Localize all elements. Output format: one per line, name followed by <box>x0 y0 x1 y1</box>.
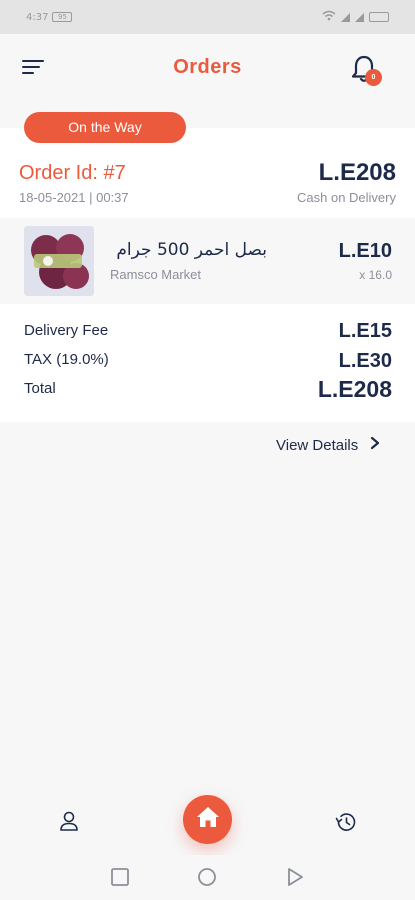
order-card[interactable]: Order Id: #7 18-05-2021 | 00:37 L.E208 C… <box>0 128 415 422</box>
profile-icon[interactable] <box>58 810 80 832</box>
total-label: Total <box>24 380 56 397</box>
system-home-icon[interactable] <box>197 867 217 887</box>
order-status-badge[interactable]: On the Way <box>24 112 186 143</box>
order-item: بصل احمر 500 جرام Ramsco Market L.E10 x … <box>0 218 415 304</box>
status-bar-left: 4:37 95 <box>26 11 73 23</box>
status-bar: 4:37 95 <box>0 0 415 34</box>
status-bar-right <box>322 10 389 24</box>
home-icon <box>196 806 220 833</box>
battery-icon: 95 <box>52 12 73 22</box>
bottom-navigation <box>0 790 415 855</box>
order-total: L.E208 <box>318 159 396 186</box>
payment-method: Cash on Delivery <box>297 190 396 205</box>
product-quantity: x 16.0 <box>359 268 392 282</box>
notification-badge: 0 <box>365 69 382 86</box>
home-button[interactable] <box>183 795 232 844</box>
tax-label: TAX (19.0%) <box>24 351 109 368</box>
order-id: Order Id: #7 <box>19 162 126 184</box>
signal-icon <box>341 12 350 22</box>
chevron-right-icon <box>370 436 380 454</box>
tax-value: L.E30 <box>338 350 392 372</box>
back-icon[interactable] <box>285 867 305 887</box>
wifi-icon <box>322 10 336 24</box>
total-value: L.E208 <box>317 376 392 402</box>
history-icon[interactable] <box>334 810 358 834</box>
app-header: Orders 0 <box>0 34 415 104</box>
product-name: بصل احمر 500 جرام <box>116 240 267 260</box>
clock: 4:37 <box>26 11 49 23</box>
delivery-fee-value: L.E15 <box>338 320 392 342</box>
order-datetime: 18-05-2021 | 00:37 <box>19 190 129 205</box>
view-details-label: View Details <box>276 436 359 454</box>
product-store: Ramsco Market <box>110 267 202 282</box>
product-price: L.E10 <box>338 240 392 262</box>
battery-level-icon <box>369 12 389 22</box>
recent-apps-icon[interactable] <box>110 867 130 887</box>
delivery-fee-label: Delivery Fee <box>24 322 109 339</box>
signal-icon-2 <box>355 12 364 22</box>
product-image <box>24 226 94 296</box>
view-details-link[interactable]: View Details <box>276 436 380 454</box>
system-navigation-bar <box>0 855 415 900</box>
